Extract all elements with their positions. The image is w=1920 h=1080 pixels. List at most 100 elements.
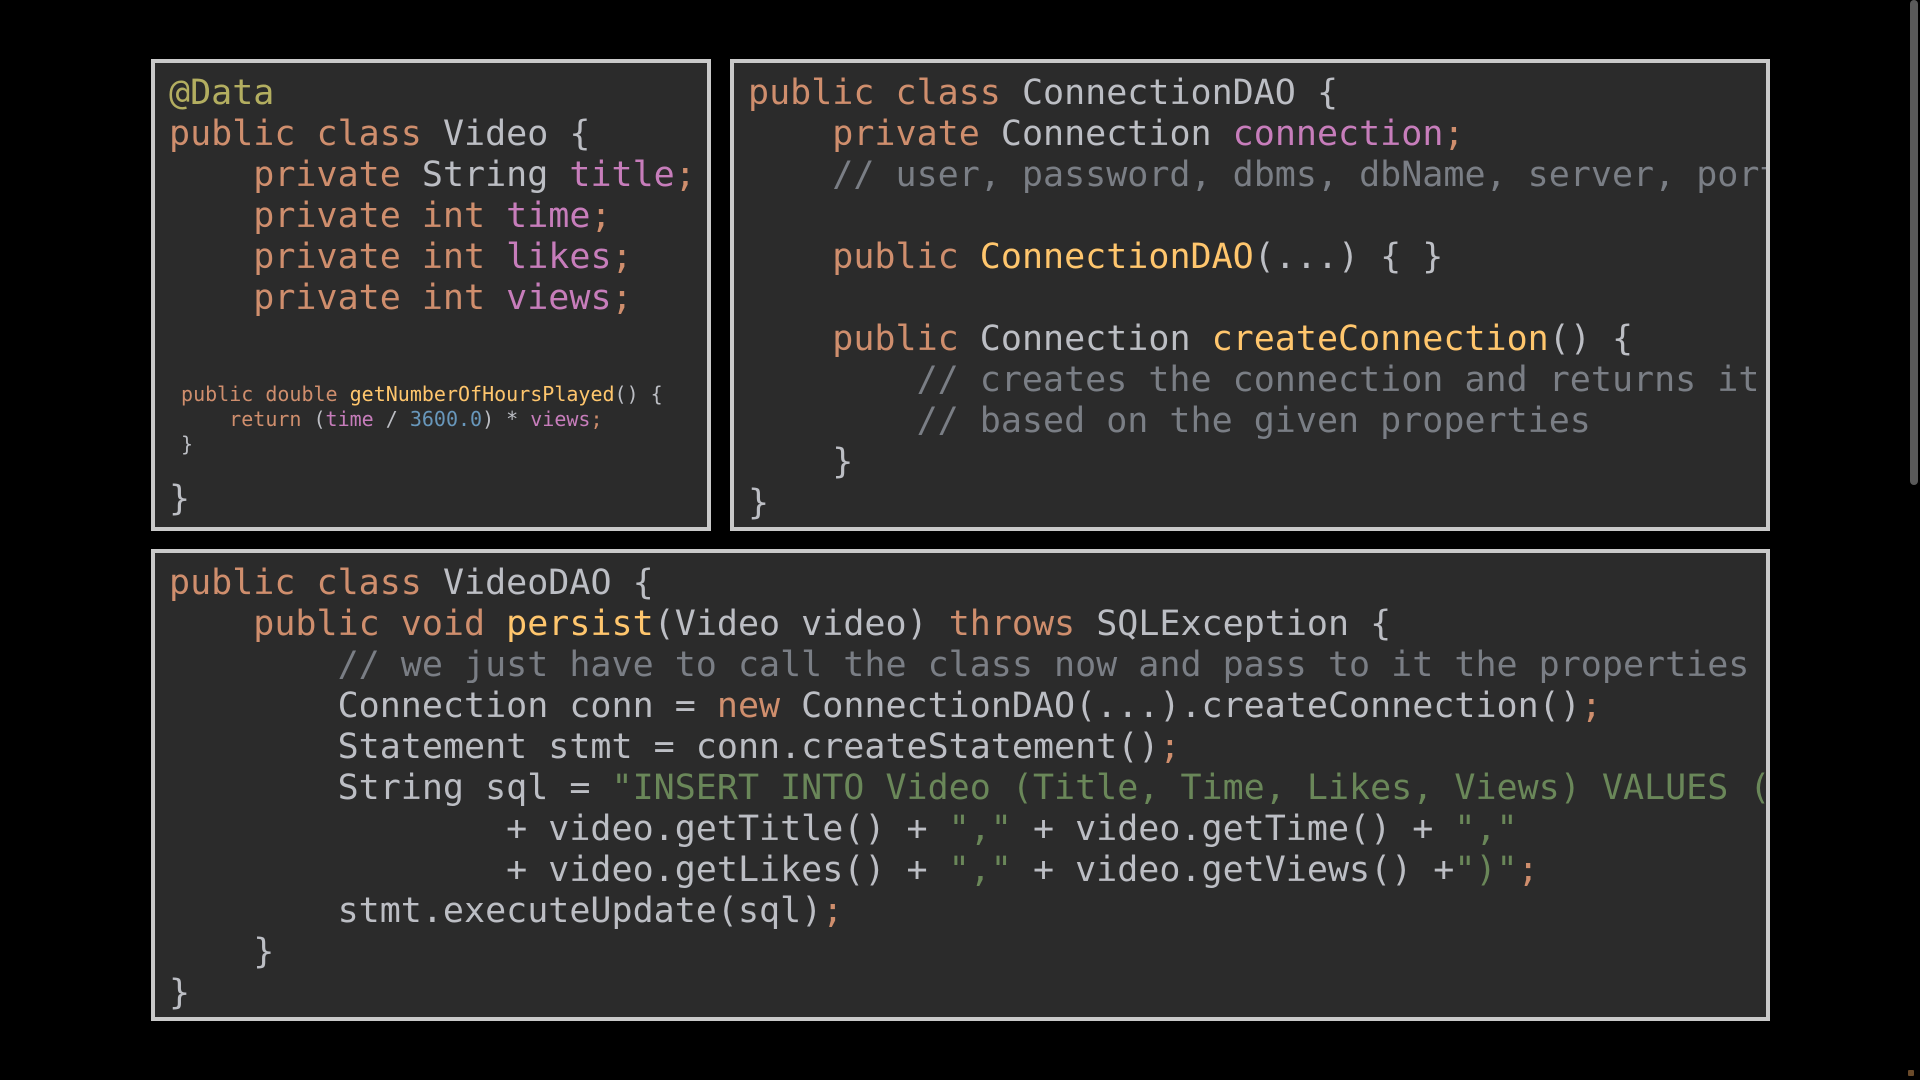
code-token: private <box>748 114 1001 154</box>
code-token: Connection <box>979 319 1212 359</box>
code-line: public void persist(Video video) throws … <box>169 604 1766 645</box>
code-line: public class ConnectionDAO { <box>748 73 1766 114</box>
code-token: ; <box>590 407 603 431</box>
code-token: likes <box>506 237 612 277</box>
code-token: connection <box>1232 114 1444 154</box>
code-token: } <box>169 932 275 972</box>
code-token: private <box>169 155 422 195</box>
code-line: // based on the given properties <box>748 401 1766 442</box>
connection-dao-panel: public class ConnectionDAO { private Con… <box>730 59 1770 531</box>
code-token: views <box>530 407 591 431</box>
code-token: (Video video) <box>653 604 949 644</box>
code-line: private int likes; <box>169 237 696 278</box>
code-token: new <box>716 686 802 726</box>
code-line: public double getNumberOfHoursPlayed() { <box>169 382 696 407</box>
code-token: createConnection <box>1211 319 1549 359</box>
code-token: ( <box>313 407 326 431</box>
code-token: private int <box>169 237 507 277</box>
code-token: Video { <box>442 114 591 154</box>
code-line: } <box>169 973 1766 1014</box>
video-class-panel: @Data public class Video { private String… <box>151 59 711 531</box>
code-token: ConnectionDAO <box>979 237 1254 277</box>
video-dao-panel: public class VideoDAO { public void pers… <box>151 549 1770 1021</box>
code-token: time <box>506 196 591 236</box>
code-line: public class VideoDAO { <box>169 563 1766 604</box>
code-token: // based on the given properties <box>748 401 1591 441</box>
code-token: Connection conn = <box>169 686 717 726</box>
code-token: stmt.executeUpdate(sql) <box>169 891 823 931</box>
code-token: + video.getLikes() + <box>169 850 949 890</box>
code-token: ) * <box>482 407 531 431</box>
code-line: String sql = "INSERT INTO Video (Title, … <box>169 768 1770 809</box>
code-token: ; <box>611 278 633 318</box>
code-line: } <box>169 932 1766 973</box>
code-line: + video.getLikes() + "," + video.getView… <box>169 850 1766 891</box>
code-line: stmt.executeUpdate(sql); <box>169 891 1766 932</box>
code-token: SQLException { <box>1096 604 1392 644</box>
code-token: ; <box>822 891 844 931</box>
code-token: ConnectionDAO { <box>1021 73 1339 113</box>
code-token: public class <box>748 73 1022 113</box>
video-class-code: @Data public class Video { private String… <box>169 73 696 520</box>
code-token: 3600.0 <box>409 407 483 431</box>
corner-indicator-icon <box>1908 1070 1914 1076</box>
code-token: () { <box>614 382 663 406</box>
code-token: (...) { } <box>1253 237 1444 277</box>
code-line: private Connection connection; <box>748 114 1766 155</box>
code-token: VideoDAO { <box>442 563 654 603</box>
code-token: + video.getTime() + <box>1011 809 1455 849</box>
code-token: "," <box>948 850 1012 890</box>
code-token: String sql = <box>169 768 612 808</box>
code-line: return (time / 3600.0) * views; <box>169 407 696 432</box>
code-line: private int views; <box>169 278 696 319</box>
code-token: ; <box>1159 727 1181 767</box>
code-token: "," <box>1454 809 1518 849</box>
code-line: Connection conn = new ConnectionDAO(...)… <box>169 686 1766 727</box>
code-token: // user, password, dbms, dbName, server,… <box>748 155 1770 195</box>
code-token: "INSERT INTO Video (Title, Time, Likes, … <box>611 768 1770 808</box>
code-line: // we just have to call the class now an… <box>169 645 1766 686</box>
connection-dao-code: public class ConnectionDAO { private Con… <box>748 73 1770 524</box>
code-line: + video.getTitle() + "," + video.getTime… <box>169 809 1766 850</box>
code-token: ConnectionDAO(...).createConnection() <box>801 686 1581 726</box>
code-line: @Data <box>169 73 696 114</box>
code-token: ; <box>674 155 696 195</box>
code-token: ; <box>611 237 633 277</box>
code-token: getNumberOfHoursPlayed <box>349 382 615 406</box>
code-line: } <box>169 479 696 520</box>
code-token: } <box>748 442 854 482</box>
code-token: private int <box>169 278 507 318</box>
code-token: private int <box>169 196 507 236</box>
code-line: public class Video { <box>169 114 696 155</box>
code-token: public double <box>169 382 350 406</box>
code-token: String <box>421 155 570 195</box>
code-token: persist <box>506 604 654 644</box>
code-token: public <box>748 319 980 359</box>
code-line: public Connection createConnection() { <box>748 319 1766 360</box>
code-line: // creates the connection and returns it <box>748 360 1766 401</box>
code-token: + video.getTitle() + <box>169 809 949 849</box>
code-line: Statement stmt = conn.createStatement(); <box>169 727 1766 768</box>
code-token: public void <box>169 604 507 644</box>
code-token: ; <box>1443 114 1465 154</box>
code-token: public class <box>169 563 443 603</box>
code-line: public ConnectionDAO(...) { } <box>748 237 1766 278</box>
scrollbar-thumb[interactable] <box>1910 0 1918 485</box>
vertical-scrollbar[interactable] <box>1908 0 1920 1080</box>
code-token: @Data <box>169 73 275 113</box>
code-token: public class <box>169 114 443 154</box>
code-token: // creates the connection and returns it <box>748 360 1760 400</box>
code-token: // we just have to call the class now an… <box>169 645 1750 685</box>
code-token: () { <box>1548 319 1634 359</box>
code-token: "," <box>948 809 1012 849</box>
code-line: private int time; <box>169 196 696 237</box>
code-token: } <box>748 483 770 523</box>
code-line: private String title; <box>169 155 696 196</box>
code-line: } <box>748 483 1766 524</box>
code-token: throws <box>948 604 1097 644</box>
